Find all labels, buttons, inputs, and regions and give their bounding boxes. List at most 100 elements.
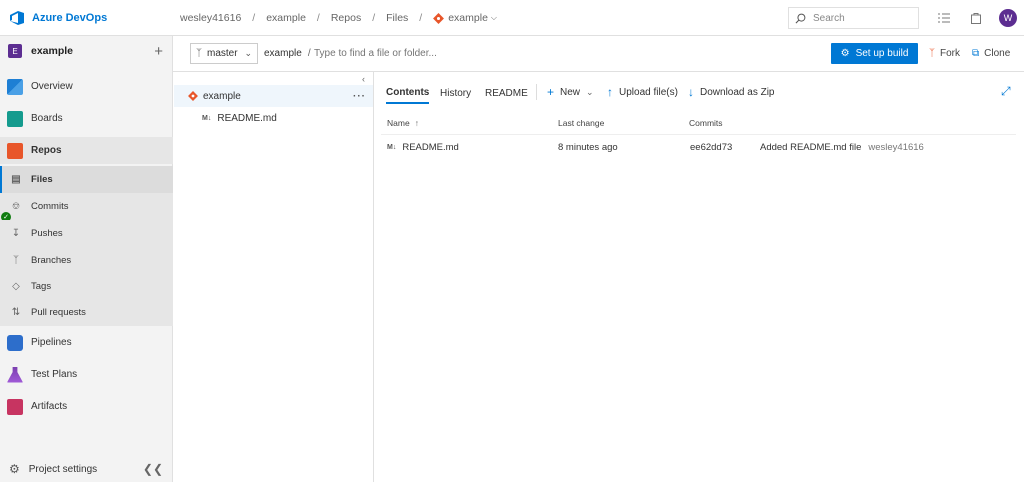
- clone-button[interactable]: ⧉ Clone: [972, 43, 1010, 64]
- upload-files-button[interactable]: ↑ Upload file(s): [607, 82, 678, 102]
- upload-icon: ↑: [607, 85, 613, 99]
- fork-button[interactable]: ᛉ Fork: [929, 43, 960, 64]
- upload-label: Upload file(s): [619, 86, 678, 98]
- nav-item-pipelines[interactable]: Pipelines: [0, 329, 173, 356]
- fork-icon: ᛉ: [929, 48, 935, 59]
- gear-icon: ⚙: [9, 462, 20, 476]
- breadcrumb-separator: /: [316, 12, 320, 24]
- git-repo-icon: [433, 12, 445, 24]
- setup-build-button[interactable]: ⚙ Set up build: [831, 43, 918, 64]
- project-settings-label: Project settings: [28, 463, 98, 475]
- nav-sub-label: Tags: [31, 281, 52, 292]
- breadcrumb-files[interactable]: Files: [386, 12, 408, 24]
- project-settings[interactable]: ⚙ Project settings ❮❮: [0, 456, 173, 482]
- boards-icon: [7, 110, 23, 127]
- nav-sub-branches[interactable]: ᛉ Branches: [0, 247, 173, 274]
- add-icon[interactable]: +: [154, 43, 163, 60]
- git-repo-icon: [188, 91, 198, 101]
- commit-message-text[interactable]: Added README.md file: [760, 142, 861, 153]
- avatar[interactable]: W: [999, 9, 1017, 27]
- column-header-last-change[interactable]: Last change: [558, 116, 604, 130]
- nav-sub-files[interactable]: ▤ Files: [0, 166, 173, 193]
- new-label: New: [560, 86, 581, 98]
- breadcrumb-org[interactable]: wesley41616: [180, 12, 241, 24]
- column-header-label: Name: [387, 118, 410, 128]
- project-header[interactable]: E example +: [0, 36, 173, 66]
- tree-item-readme[interactable]: M↓ README.md: [174, 107, 373, 129]
- clone-icon: ⧉: [972, 48, 980, 59]
- nav-item-artifacts[interactable]: Artifacts: [0, 393, 173, 420]
- breadcrumb-project[interactable]: example: [266, 12, 306, 24]
- repos-icon: [7, 142, 23, 159]
- nav-item-overview[interactable]: Overview: [0, 73, 173, 100]
- download-icon: ↓: [688, 85, 694, 99]
- pushes-icon: ↧: [11, 228, 21, 239]
- tree-item-root[interactable]: example ···: [174, 85, 373, 107]
- nav-sub-label: Pushes: [31, 228, 63, 239]
- collapse-nav-icon[interactable]: ❮❮: [143, 462, 163, 476]
- tab-history[interactable]: History: [440, 82, 471, 104]
- sort-ascending-icon: ↑: [414, 118, 419, 128]
- tags-icon: ◇: [12, 281, 20, 292]
- setup-build-label: Set up build: [855, 48, 909, 59]
- test-plans-icon: [7, 366, 23, 383]
- brand[interactable]: Azure DevOps: [0, 0, 173, 36]
- nav-item-test-plans[interactable]: Test Plans: [0, 361, 173, 388]
- chevron-down-icon: ⌄: [586, 86, 594, 97]
- commit-id-link[interactable]: ee62dd73: [690, 140, 732, 154]
- nav-item-boards[interactable]: Boards: [0, 105, 173, 132]
- tree-item-label: example: [203, 90, 241, 102]
- fullscreen-icon[interactable]: ⤢: [1001, 84, 1011, 99]
- shopping-bag-icon[interactable]: [967, 9, 985, 27]
- new-button[interactable]: + New ⌄: [547, 82, 594, 102]
- nav-item-repos[interactable]: Repos: [0, 137, 173, 164]
- markdown-file-icon: M↓: [387, 143, 397, 151]
- branch-selector[interactable]: ᛉ master ⌄: [190, 43, 258, 64]
- search-placeholder: Search: [813, 12, 845, 24]
- breadcrumb-repo: example: [448, 12, 488, 24]
- find-file-input[interactable]: [314, 45, 514, 62]
- download-zip-button[interactable]: ↓ Download as Zip: [688, 82, 774, 102]
- markdown-file-icon: M↓: [202, 114, 212, 122]
- nav-sub-pull-requests[interactable]: ⇅ Pull requests: [0, 299, 173, 326]
- column-header-commits[interactable]: Commits: [689, 116, 723, 130]
- breadcrumb-separator: /: [372, 12, 376, 24]
- path-repo-name[interactable]: example: [264, 48, 302, 59]
- nav-item-label: Artifacts: [31, 401, 68, 412]
- pull-requests-icon: ⇅: [11, 307, 21, 318]
- branch-icon: ᛉ: [196, 48, 202, 59]
- toolbar-divider: [536, 84, 537, 100]
- tab-contents[interactable]: Contents: [386, 82, 430, 104]
- nav-item-label: Repos: [31, 145, 62, 156]
- breadcrumb-separator: /: [252, 12, 256, 24]
- project-tile: E: [8, 44, 22, 58]
- breadcrumb-repos[interactable]: Repos: [331, 12, 361, 24]
- nav-sub-commits[interactable]: ⎊ Commits: [0, 193, 173, 220]
- nav-item-label: Pipelines: [31, 337, 72, 348]
- clone-label: Clone: [984, 48, 1011, 59]
- tree-item-label: README.md: [217, 112, 277, 124]
- column-header-name[interactable]: Name ↑: [387, 116, 419, 130]
- commit-author: wesley41616: [868, 141, 924, 153]
- list-icon[interactable]: [935, 9, 953, 27]
- branches-icon: ᛉ: [13, 255, 19, 266]
- path-separator: /: [307, 48, 311, 59]
- nav-sub-label: Files: [31, 174, 53, 185]
- more-options-icon[interactable]: ···: [353, 91, 366, 102]
- nav-sub-label: Branches: [31, 255, 72, 266]
- search-icon: [795, 13, 806, 23]
- file-tree-pane: [173, 71, 374, 482]
- plus-icon: +: [547, 85, 555, 99]
- nav-item-label: Overview: [31, 81, 73, 92]
- collapse-tree-icon[interactable]: ‹: [362, 74, 365, 84]
- nav-sub-pushes[interactable]: ↧ Pushes: [0, 220, 173, 247]
- search-input[interactable]: Search: [788, 7, 919, 29]
- commit-message: Added README.md file wesley41616: [760, 140, 924, 154]
- path-repo: example /: [264, 43, 311, 64]
- breadcrumb: wesley41616 / example / Repos / Files / …: [180, 0, 497, 36]
- tab-readme[interactable]: README: [485, 82, 528, 104]
- chevron-down-icon: ⌵: [490, 13, 497, 22]
- nav-sub-tags[interactable]: ◇ Tags: [0, 273, 173, 300]
- table-row-name[interactable]: M↓ README.md: [387, 140, 459, 154]
- breadcrumb-repo-selector[interactable]: example ⌵: [433, 12, 497, 24]
